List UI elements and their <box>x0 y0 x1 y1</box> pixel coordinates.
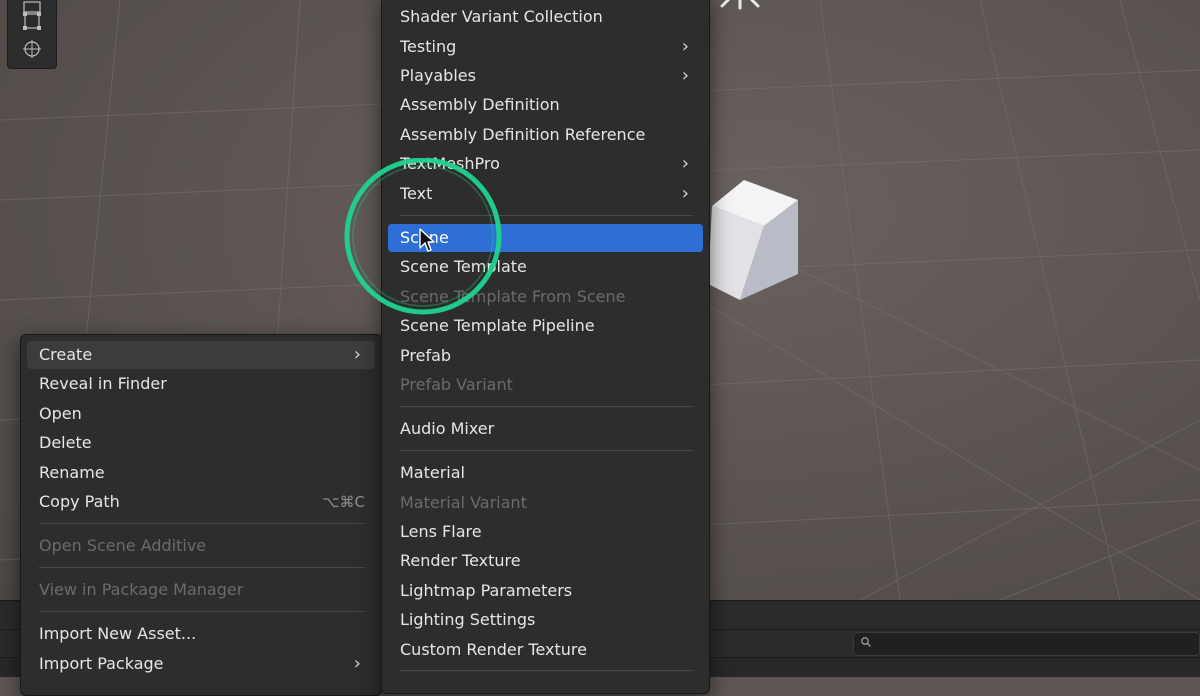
menu-item-lightmap-parameters[interactable]: Lightmap Parameters <box>388 577 703 605</box>
chevron-right-icon: › <box>353 653 361 674</box>
menu-item-testing[interactable]: Testing › <box>388 33 703 61</box>
menu-item-label: Render Texture <box>400 551 521 570</box>
menu-item-open[interactable]: Open <box>27 400 375 428</box>
menu-item-label: Import New Asset... <box>39 624 197 643</box>
menu-item-label: Testing <box>400 37 457 56</box>
search-field[interactable] <box>853 632 1200 656</box>
menu-item-label: Open Scene Additive <box>39 536 207 555</box>
menu-item-shader-variant-collection[interactable]: Shader Variant Collection <box>388 3 703 31</box>
menu-item-audio-mixer[interactable]: Audio Mixer <box>388 415 703 443</box>
menu-item-reveal-in-finder[interactable]: Reveal in Finder <box>27 370 375 398</box>
menu-item-label: Prefab Variant <box>400 375 513 394</box>
menu-item-label: Shader Variant Collection <box>400 7 603 26</box>
menu-item-label: Open <box>39 404 82 423</box>
menu-item-label: Audio Mixer <box>400 419 495 438</box>
menu-item-label: Reveal in Finder <box>39 374 167 393</box>
menu-item-label: Assembly Definition <box>400 95 560 114</box>
menu-item-label: Prefab <box>400 346 452 365</box>
menu-item-label: Rename <box>39 463 105 482</box>
menu-item-label: Material Variant <box>400 493 527 512</box>
chevron-right-icon: › <box>681 153 689 174</box>
chevron-right-icon: › <box>353 344 361 365</box>
menu-item-material[interactable]: Material <box>388 459 703 487</box>
menu-separator <box>39 567 365 568</box>
chevron-right-icon: › <box>681 183 689 204</box>
mouse-cursor-icon <box>419 228 435 252</box>
menu-separator <box>39 611 365 612</box>
menu-item-label: Create <box>39 345 93 364</box>
menu-item-render-texture[interactable]: Render Texture <box>388 547 703 575</box>
menu-item-create[interactable]: Create › <box>27 341 375 369</box>
menu-item-material-variant: Material Variant <box>388 489 703 517</box>
menu-item-playables[interactable]: Playables › <box>388 62 703 90</box>
context-menu: Create › Reveal in Finder Open Delete Re… <box>20 334 382 696</box>
chevron-right-icon: › <box>681 36 689 57</box>
transform-tool-icon[interactable] <box>18 38 46 60</box>
menu-item-label: Custom Render Texture <box>400 640 587 659</box>
menu-separator <box>400 450 693 451</box>
menu-item-label: Lighting Settings <box>400 610 536 629</box>
menu-item-label: Copy Path <box>39 492 120 511</box>
menu-item-import-new-asset[interactable]: Import New Asset... <box>27 620 375 648</box>
menu-item-open-scene-additive: Open Scene Additive <box>27 532 375 560</box>
menu-item-custom-render-texture[interactable]: Custom Render Texture <box>388 636 703 664</box>
menu-item-rename[interactable]: Rename <box>27 459 375 487</box>
tool-palette <box>8 0 56 68</box>
menu-separator <box>400 670 693 671</box>
menu-item-label: Import Package <box>39 654 164 673</box>
menu-item-label: Lightmap Parameters <box>400 581 573 600</box>
menu-item-assembly-definition[interactable]: Assembly Definition <box>388 91 703 119</box>
menu-item-lens-flare[interactable]: Lens Flare <box>388 518 703 546</box>
search-icon <box>861 637 871 647</box>
menu-item-view-in-package-manager: View in Package Manager <box>27 576 375 604</box>
menu-item-prefab[interactable]: Prefab <box>388 342 703 370</box>
menu-item-prefab-variant: Prefab Variant <box>388 371 703 399</box>
menu-item-label: View in Package Manager <box>39 580 244 599</box>
menu-item-label: Material <box>400 463 465 482</box>
menu-separator <box>400 406 693 407</box>
rect-tool-icon[interactable] <box>18 10 46 32</box>
menu-item-delete[interactable]: Delete <box>27 429 375 457</box>
chevron-right-icon: › <box>681 65 689 86</box>
menu-item-assembly-definition-reference[interactable]: Assembly Definition Reference <box>388 121 703 149</box>
menu-item-label: Delete <box>39 433 92 452</box>
menu-item-shortcut: ⌥⌘C <box>322 493 365 511</box>
scene-gizmo-icon[interactable] <box>712 0 772 20</box>
menu-item-label: Playables <box>400 66 476 85</box>
menu-item-copy-path[interactable]: Copy Path ⌥⌘C <box>27 488 375 516</box>
menu-item-lighting-settings[interactable]: Lighting Settings <box>388 606 703 634</box>
menu-item-label: Assembly Definition Reference <box>400 125 646 144</box>
menu-item-import-package[interactable]: Import Package › <box>27 650 375 678</box>
cube-object[interactable] <box>706 178 802 302</box>
create-submenu: Shader Variant Collection Testing › Play… <box>381 0 710 694</box>
menu-item-label: Lens Flare <box>400 522 482 541</box>
menu-separator <box>39 523 365 524</box>
